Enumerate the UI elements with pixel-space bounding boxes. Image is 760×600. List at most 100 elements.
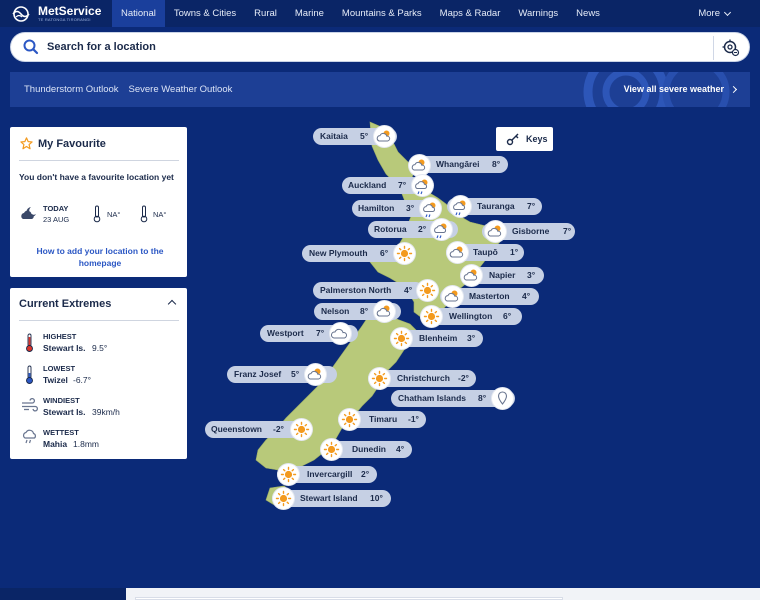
sunny-icon[interactable] [321, 439, 342, 460]
chevron-up-icon[interactable] [167, 299, 177, 309]
nav-national[interactable]: National [112, 0, 165, 27]
location-pill-palmerston-north[interactable]: Palmerston North 4° [313, 282, 424, 299]
location-temperature: 8° [492, 159, 501, 169]
thermometer-max-icon [93, 205, 101, 223]
location-name: Timaru [369, 414, 398, 424]
partly-cloudy-icon[interactable] [374, 126, 395, 147]
sunny-icon[interactable] [421, 306, 442, 327]
extreme-highest-place: Stewart Is. [43, 343, 86, 353]
location-name: Tauranga [477, 201, 515, 211]
search-divider [713, 36, 714, 60]
sunny-icon[interactable] [339, 409, 360, 430]
thunderstorm-outlook-link[interactable]: Thunderstorm Outlook [24, 84, 119, 95]
search-icon [21, 37, 41, 57]
location-name: Queenstown [211, 424, 263, 434]
location-temperature: 4° [396, 444, 405, 454]
map-keys-button[interactable]: Keys [496, 127, 553, 151]
partly-cloudy-icon[interactable] [409, 155, 430, 176]
my-favourite-panel: My Favourite You don't have a favourite … [10, 127, 187, 277]
today-label: TODAY [43, 204, 69, 213]
location-name: Rotorua [374, 224, 407, 234]
location-name: Nelson [321, 306, 350, 316]
sunny-icon[interactable] [291, 419, 312, 440]
nav-towns-cities[interactable]: Towns & Cities [165, 0, 245, 27]
current-extremes-title: Current Extremes [19, 298, 112, 310]
location-name: New Plymouth [309, 248, 368, 258]
location-temperature: 7° [398, 180, 407, 190]
extreme-lowest-value: -6.7° [73, 375, 92, 385]
sunny-icon[interactable] [394, 243, 415, 264]
my-favourite-title: My Favourite [38, 138, 106, 150]
location-pill-auckland[interactable]: Auckland 7° [342, 177, 421, 194]
divider [19, 160, 179, 161]
location-name: Taupō [473, 247, 498, 257]
showers-icon[interactable] [420, 198, 441, 219]
sunny-icon[interactable] [369, 368, 390, 389]
wind-icon [22, 398, 39, 412]
partly-cloudy-icon[interactable] [374, 301, 395, 322]
showers-icon[interactable] [431, 219, 452, 240]
location-pill-queenstown[interactable]: Queenstown -2° [205, 421, 305, 438]
extreme-lowest-label: LOWEST [43, 364, 76, 373]
key-icon [506, 133, 519, 146]
locate-me-icon[interactable] [721, 38, 741, 58]
location-name: Invercargill [307, 469, 353, 479]
sunny-icon[interactable] [391, 328, 412, 349]
location-name: Wellington [449, 311, 493, 321]
view-all-severe-weather-link[interactable]: View all severe weather [624, 84, 724, 94]
metservice-logo[interactable]: MetService TE RATONGA TIRORANGI [0, 0, 112, 27]
nav-maps-radar[interactable]: Maps & Radar [431, 0, 510, 27]
partly-cloudy-icon[interactable] [442, 286, 463, 307]
location-temperature: 5° [360, 131, 369, 141]
page-footer-strip [0, 588, 760, 600]
divider [19, 320, 179, 321]
location-temperature: -2° [273, 424, 284, 434]
location-name: Westport [267, 328, 304, 338]
showers-icon[interactable] [450, 196, 471, 217]
nav-news[interactable]: News [567, 0, 609, 27]
no-favourite-message: You don't have a favourite location yet [19, 172, 174, 182]
thermometer-low-icon [26, 365, 33, 384]
location-temperature: 8° [360, 306, 369, 316]
nav-warnings[interactable]: Warnings [509, 0, 567, 27]
extreme-highest-label: HIGHEST [43, 332, 77, 341]
location-temperature: 5° [291, 369, 300, 379]
location-temperature: 3° [467, 333, 476, 343]
map-pin-icon[interactable] [492, 388, 513, 409]
cloudy-icon[interactable] [330, 323, 351, 344]
cloudy-night-icon [21, 207, 36, 219]
nav-marine[interactable]: Marine [286, 0, 333, 27]
add-location-help-link[interactable]: How to add your location to the homepage [20, 245, 180, 269]
location-name: Palmerston North [320, 285, 392, 295]
partly-cloudy-icon[interactable] [461, 265, 482, 286]
location-temperature: 10° [370, 493, 383, 503]
sunny-icon[interactable] [417, 280, 438, 301]
thermometer-min-icon [140, 205, 148, 223]
nav-rural[interactable]: Rural [245, 0, 286, 27]
severe-weather-outlook-link[interactable]: Severe Weather Outlook [129, 84, 233, 95]
location-temperature: 7° [563, 226, 572, 236]
sunny-icon[interactable] [278, 464, 299, 485]
location-temperature: 2° [418, 224, 427, 234]
sunny-icon[interactable] [273, 488, 294, 509]
partly-cloudy-icon[interactable] [305, 364, 326, 385]
current-extremes-panel: Current Extremes HIGHEST Stewart Is. 9.5… [10, 288, 187, 459]
location-temperature: 1° [510, 247, 519, 257]
metservice-logo-icon [9, 5, 33, 22]
partly-cloudy-icon[interactable] [447, 242, 468, 263]
location-name: Franz Josef [234, 369, 282, 379]
location-temperature: 2° [361, 469, 370, 479]
location-temperature: -2° [458, 373, 469, 383]
location-temperature: 7° [316, 328, 325, 338]
partly-cloudy-icon[interactable] [485, 221, 506, 242]
chevron-down-icon [723, 8, 732, 16]
star-icon[interactable] [20, 137, 33, 150]
location-name: Dunedin [352, 444, 386, 454]
location-name: Stewart Island [300, 493, 358, 503]
showers-icon[interactable] [412, 175, 433, 196]
search-input[interactable] [47, 41, 687, 53]
nav-more-menu[interactable]: More [698, 0, 732, 27]
nav-mountains-parks[interactable]: Mountains & Parks [333, 0, 431, 27]
location-temperature: 4° [404, 285, 413, 295]
brand-name: MetService [38, 4, 102, 18]
